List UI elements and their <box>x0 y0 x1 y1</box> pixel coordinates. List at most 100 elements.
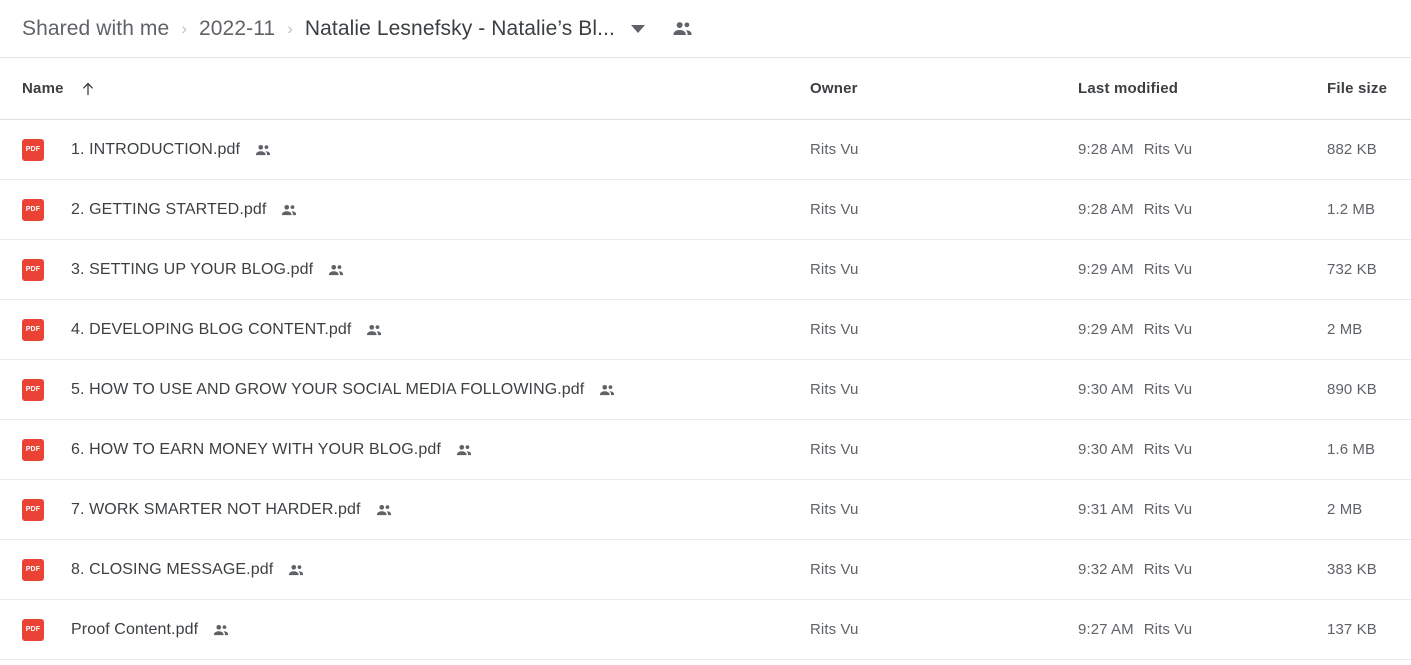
file-size-label: 882 KB <box>1327 140 1377 158</box>
cell-name[interactable]: PDF 4. DEVELOPING BLOG CONTENT.pdf <box>22 318 810 341</box>
last-modified-by: Rits Vu <box>1143 200 1193 218</box>
pdf-file-icon: PDF <box>22 618 44 641</box>
breadcrumb-item-3[interactable]: Natalie Lesnefsky - Natalie’s Bl... <box>305 17 615 41</box>
file-name-label[interactable]: 6. HOW TO EARN MONEY WITH YOUR BLOG.pdf <box>71 441 441 459</box>
file-name-label[interactable]: 8. CLOSING MESSAGE.pdf <box>71 561 273 579</box>
cell-name[interactable]: PDF 7. WORK SMARTER NOT HARDER.pdf <box>22 498 810 521</box>
file-name-label[interactable]: 3. SETTING UP YOUR BLOG.pdf <box>71 261 313 279</box>
people-icon <box>327 261 345 279</box>
people-icon[interactable] <box>671 17 694 40</box>
owner-label: Rits Vu <box>810 140 859 158</box>
cell-file-size: 732 KB <box>1327 261 1411 279</box>
column-header-file-size-label: File size <box>1327 80 1388 97</box>
cell-file-size: 882 KB <box>1327 141 1411 159</box>
table-body: PDF 1. INTRODUCTION.pdf Rits Vu 9:28 AM Rits… <box>0 120 1411 660</box>
cell-owner: Rits Vu <box>810 561 1078 579</box>
last-modified-time: 9:29 AM <box>1078 320 1134 338</box>
pdf-file-icon-label: PDF <box>25 146 41 153</box>
column-header-owner-label: Owner <box>810 80 858 97</box>
table-row[interactable]: PDF 2. GETTING STARTED.pdf Rits Vu 9:28 AM R… <box>0 180 1411 240</box>
cell-file-size: 2 MB <box>1327 321 1411 339</box>
owner-label: Rits Vu <box>810 620 859 638</box>
cell-owner: Rits Vu <box>810 321 1078 339</box>
pdf-file-icon-label: PDF <box>25 506 41 513</box>
table-row[interactable]: PDF Proof Content.pdf Rits Vu 9:27 AM Rits V… <box>0 600 1411 660</box>
last-modified-by: Rits Vu <box>1143 320 1193 338</box>
last-modified-by: Rits Vu <box>1143 140 1193 158</box>
last-modified-by: Rits Vu <box>1143 500 1193 518</box>
column-header-file-size[interactable]: File size <box>1327 80 1411 97</box>
breadcrumb-separator: › <box>287 19 293 38</box>
owner-label: Rits Vu <box>810 560 859 578</box>
cell-owner: Rits Vu <box>810 501 1078 519</box>
file-name-label[interactable]: 1. INTRODUCTION.pdf <box>71 141 240 159</box>
cell-file-size: 383 KB <box>1327 561 1411 579</box>
pdf-file-icon-label: PDF <box>25 386 41 393</box>
pdf-file-icon-label: PDF <box>25 266 41 273</box>
file-size-label: 890 KB <box>1327 380 1377 398</box>
last-modified-by: Rits Vu <box>1143 620 1193 638</box>
pdf-file-icon: PDF <box>22 318 44 341</box>
pdf-file-icon-label: PDF <box>25 446 41 453</box>
file-name-label[interactable]: 7. WORK SMARTER NOT HARDER.pdf <box>71 501 361 519</box>
file-name-label[interactable]: 5. HOW TO USE AND GROW YOUR SOCIAL MEDIA… <box>71 381 584 399</box>
people-icon <box>598 381 616 399</box>
pdf-file-icon-label: PDF <box>25 206 41 213</box>
cell-last-modified: 9:27 AM Rits Vu <box>1078 621 1327 639</box>
cell-last-modified: 9:29 AM Rits Vu <box>1078 321 1327 339</box>
table-row[interactable]: PDF 3. SETTING UP YOUR BLOG.pdf Rits Vu 9:2… <box>0 240 1411 300</box>
pdf-file-icon: PDF <box>22 258 44 281</box>
last-modified-text: 9:30 AM Rits Vu <box>1078 381 1192 398</box>
cell-name[interactable]: PDF 8. CLOSING MESSAGE.pdf <box>22 558 810 581</box>
people-icon <box>280 201 298 219</box>
cell-name[interactable]: PDF 6. HOW TO EARN MONEY WITH YOUR BLOG.p… <box>22 438 810 461</box>
last-modified-text: 9:31 AM Rits Vu <box>1078 501 1192 518</box>
last-modified-by: Rits Vu <box>1143 260 1193 278</box>
cell-name[interactable]: PDF Proof Content.pdf <box>22 618 810 641</box>
file-size-label: 732 KB <box>1327 260 1377 278</box>
owner-label: Rits Vu <box>810 320 859 338</box>
table-row[interactable]: PDF 6. HOW TO EARN MONEY WITH YOUR BLOG.p… <box>0 420 1411 480</box>
table-header-row: Name Owner Last modified File size <box>0 58 1411 120</box>
file-name-label[interactable]: Proof Content.pdf <box>71 621 198 639</box>
cell-name[interactable]: PDF 1. INTRODUCTION.pdf <box>22 138 810 161</box>
cell-file-size: 890 KB <box>1327 381 1411 399</box>
last-modified-text: 9:28 AM Rits Vu <box>1078 201 1192 218</box>
breadcrumb-item-2[interactable]: 2022-11 <box>199 17 275 41</box>
column-header-name[interactable]: Name <box>22 80 810 97</box>
cell-last-modified: 9:30 AM Rits Vu <box>1078 441 1327 459</box>
table-row[interactable]: PDF 5. HOW TO USE AND GROW YOUR SOCIAL ME… <box>0 360 1411 420</box>
people-icon <box>212 621 230 639</box>
last-modified-time: 9:31 AM <box>1078 500 1134 518</box>
table-row[interactable]: PDF 1. INTRODUCTION.pdf Rits Vu 9:28 AM Rits… <box>0 120 1411 180</box>
table-row[interactable]: PDF 7. WORK SMARTER NOT HARDER.pdf Rits Vu… <box>0 480 1411 540</box>
file-name-label[interactable]: 4. DEVELOPING BLOG CONTENT.pdf <box>71 321 351 339</box>
last-modified-text: 9:32 AM Rits Vu <box>1078 561 1192 578</box>
file-size-label: 1.6 MB <box>1327 440 1376 458</box>
table-row[interactable]: PDF 4. DEVELOPING BLOG CONTENT.pdf Rits Vu… <box>0 300 1411 360</box>
column-header-last-modified[interactable]: Last modified <box>1078 80 1327 97</box>
owner-label: Rits Vu <box>810 260 859 278</box>
table-row[interactable]: PDF 8. CLOSING MESSAGE.pdf Rits Vu 9:32 AM R… <box>0 540 1411 600</box>
cell-name[interactable]: PDF 2. GETTING STARTED.pdf <box>22 198 810 221</box>
owner-label: Rits Vu <box>810 440 859 458</box>
cell-owner: Rits Vu <box>810 621 1078 639</box>
cell-name[interactable]: PDF 5. HOW TO USE AND GROW YOUR SOCIAL ME… <box>22 378 810 401</box>
cell-file-size: 1.6 MB <box>1327 441 1411 459</box>
cell-last-modified: 9:29 AM Rits Vu <box>1078 261 1327 279</box>
column-header-owner[interactable]: Owner <box>810 80 1078 97</box>
pdf-file-icon: PDF <box>22 138 44 161</box>
people-icon <box>365 321 383 339</box>
owner-label: Rits Vu <box>810 380 859 398</box>
pdf-file-icon: PDF <box>22 438 44 461</box>
people-icon <box>455 441 473 459</box>
cell-file-size: 1.2 MB <box>1327 201 1411 219</box>
file-name-label[interactable]: 2. GETTING STARTED.pdf <box>71 201 266 219</box>
arrow-up-icon[interactable] <box>80 81 96 97</box>
cell-name[interactable]: PDF 3. SETTING UP YOUR BLOG.pdf <box>22 258 810 281</box>
pdf-file-icon: PDF <box>22 378 44 401</box>
pdf-file-icon-label: PDF <box>25 326 41 333</box>
breadcrumb-item-1[interactable]: Shared with me <box>22 17 169 41</box>
cell-owner: Rits Vu <box>810 381 1078 399</box>
chevron-down-icon[interactable] <box>630 24 645 33</box>
